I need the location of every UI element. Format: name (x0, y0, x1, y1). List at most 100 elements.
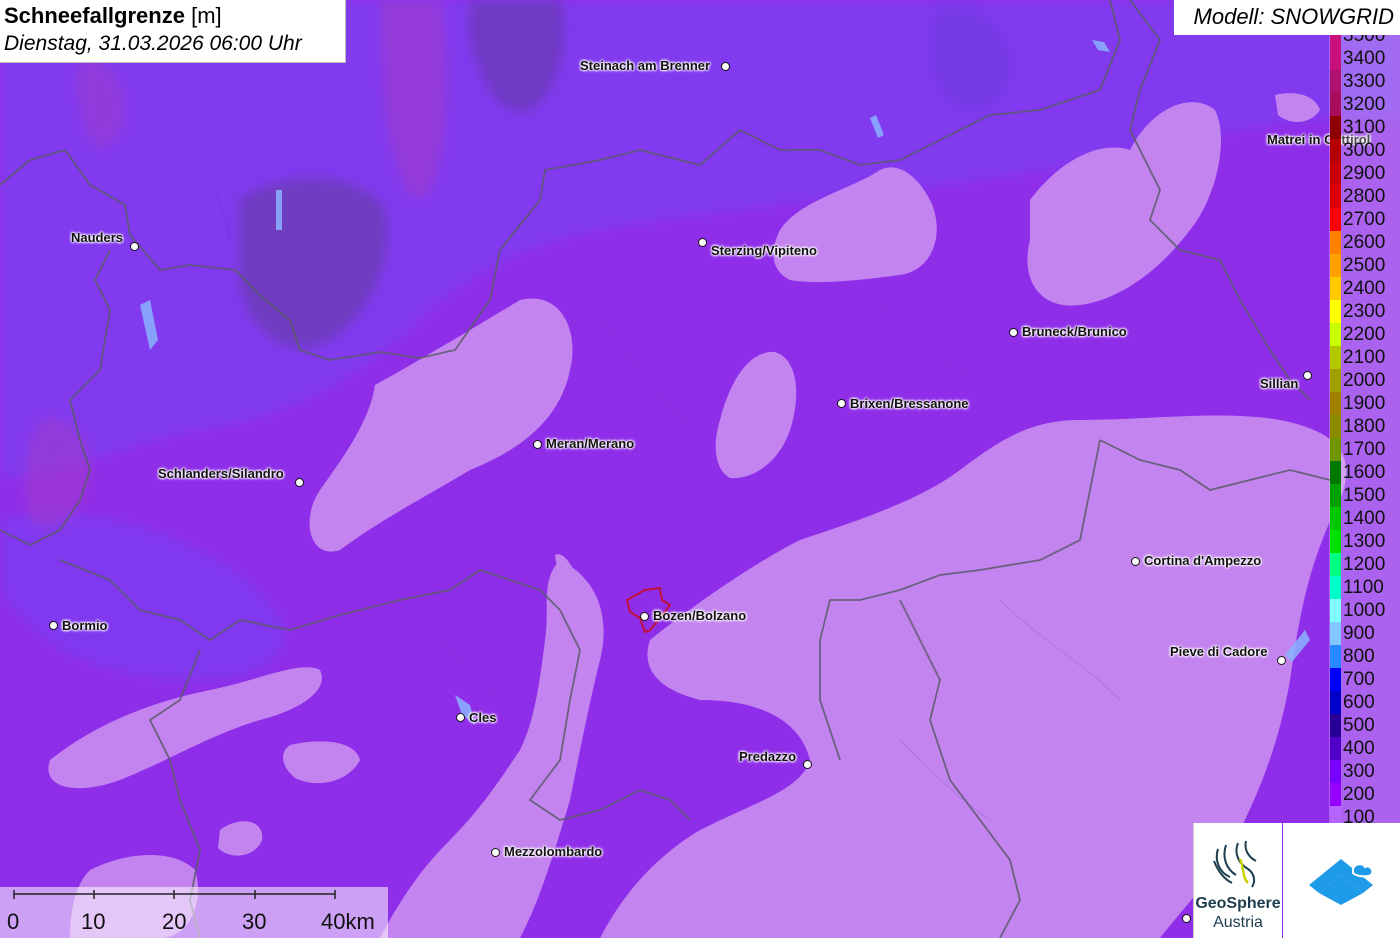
legend-swatch (1330, 415, 1341, 438)
legend-swatch (1330, 392, 1341, 415)
legend-label: 600 (1343, 692, 1375, 713)
city-marker (1131, 557, 1140, 566)
mountain-logo-icon (1309, 859, 1374, 905)
legend-label: 1000 (1343, 600, 1386, 621)
legend-label: 3200 (1343, 94, 1386, 115)
scale-tick-label: 40km (321, 909, 375, 934)
legend-swatch (1330, 622, 1341, 645)
legend-label: 300 (1343, 761, 1375, 782)
scale-tick-label: 20 (162, 909, 187, 934)
parameter-name: Schneefallgrenze (4, 3, 185, 28)
legend-swatch (1330, 760, 1341, 783)
legend-swatch (1330, 369, 1341, 392)
legend-label: 2600 (1343, 232, 1386, 253)
city-label: Sillian (1260, 376, 1299, 391)
legend-swatch (1330, 277, 1341, 300)
city-marker (1277, 656, 1286, 665)
legend-label: 2000 (1343, 370, 1386, 391)
legend-swatch (1330, 93, 1341, 116)
legend-swatch (1330, 323, 1341, 346)
forecast-datetime: Dienstag, 31.03.2026 06:00 Uhr (4, 32, 302, 55)
legend-swatch (1330, 668, 1341, 691)
legend-swatch (1330, 737, 1341, 760)
city-label: Nauders (71, 230, 124, 245)
legend-label: 800 (1343, 646, 1375, 667)
scale-tick-label: 30 (242, 909, 267, 934)
city-marker (1182, 914, 1191, 923)
legend-swatch (1330, 254, 1341, 277)
geosphere-emblem-icon (1213, 840, 1257, 888)
legend-label: 400 (1343, 738, 1375, 759)
city-label: Steinach am Brenner (580, 58, 711, 73)
legend-swatch (1330, 599, 1341, 622)
legend-label: 3100 (1343, 117, 1386, 138)
legend-label: 1300 (1343, 531, 1386, 552)
city-label: Pieve di Cadore (1170, 644, 1268, 659)
legend-swatch (1330, 346, 1341, 369)
legend-label: 200 (1343, 784, 1375, 805)
city-marker (1009, 328, 1018, 337)
legend-label: 1500 (1343, 485, 1386, 506)
legend-swatch (1330, 162, 1341, 185)
legend-label: 1900 (1343, 393, 1386, 414)
city-label: Sterzing/Vipiteno (711, 243, 817, 258)
legend-swatch (1330, 553, 1341, 576)
legend-swatch (1330, 507, 1341, 530)
city-marker (130, 242, 139, 251)
legend-swatch (1330, 461, 1341, 484)
legend-label: 1600 (1343, 462, 1386, 483)
legend-label: 1400 (1343, 508, 1386, 529)
legend-swatch (1330, 208, 1341, 231)
city-label: Bruneck/Brunico (1022, 324, 1127, 339)
legend-label: 3300 (1343, 71, 1386, 92)
geosphere-logo[interactable]: GeoSphere Austria (1193, 823, 1282, 938)
legend-swatch (1330, 35, 1341, 47)
partner-logo[interactable] (1283, 823, 1400, 938)
legend-swatch (1330, 70, 1341, 93)
legend-label: 3400 (1343, 48, 1386, 69)
color-legend: 3500 3400 3300 3200 3100 3000 2900 2800 2700 2600… (1329, 35, 1400, 824)
legend-swatch (1330, 300, 1341, 323)
geosphere-text: GeoSphere (1195, 895, 1281, 912)
city-label: Meran/Merano (546, 436, 635, 451)
scale-tick-label: 0 (7, 909, 20, 934)
city-label: Brixen/Bressanone (850, 396, 969, 411)
parameter-unit: [m] (191, 3, 222, 28)
city-label: Mezzolombardo (504, 844, 603, 859)
legend-swatch (1330, 438, 1341, 461)
legend-label: 2900 (1343, 163, 1386, 184)
city-marker (456, 713, 465, 722)
austria-text: Austria (1213, 914, 1263, 931)
legend-swatch (1330, 806, 1341, 824)
legend-label: 2500 (1343, 255, 1386, 276)
legend-label: 500 (1343, 715, 1375, 736)
map-title-box: Schneefallgrenze [m] Dienstag, 31.03.202… (0, 0, 346, 63)
legend-label: 2100 (1343, 347, 1386, 368)
legend-swatch (1330, 47, 1341, 70)
legend-label: 2400 (1343, 278, 1386, 299)
legend-swatch (1330, 530, 1341, 553)
legend-label: 3000 (1343, 140, 1386, 161)
legend-label: 3500 (1343, 35, 1386, 46)
legend-label: 1800 (1343, 416, 1386, 437)
model-label: Modell: SNOWGRID (1174, 0, 1400, 35)
legend-label: 2700 (1343, 209, 1386, 230)
city-label: Schlanders/Silandro (158, 466, 284, 481)
city-label: Predazzo (739, 749, 797, 764)
city-marker (640, 612, 649, 621)
legend-label: 700 (1343, 669, 1375, 690)
scale-tick-label: 10 (81, 909, 106, 934)
legend-swatch (1330, 645, 1341, 668)
legend-swatch (1330, 576, 1341, 599)
city-label: Bozen/Bolzano (653, 608, 747, 623)
legend-swatch (1330, 116, 1341, 139)
legend-label: 1100 (1343, 577, 1384, 598)
city-marker (837, 399, 846, 408)
city-marker (698, 238, 707, 247)
legend-swatch (1330, 185, 1341, 208)
city-marker (1303, 371, 1312, 380)
city-label: Bormio (62, 618, 108, 633)
map-title: Schneefallgrenze [m] (4, 2, 341, 30)
legend-label: 1200 (1343, 554, 1386, 575)
legend-label: 2300 (1343, 301, 1386, 322)
